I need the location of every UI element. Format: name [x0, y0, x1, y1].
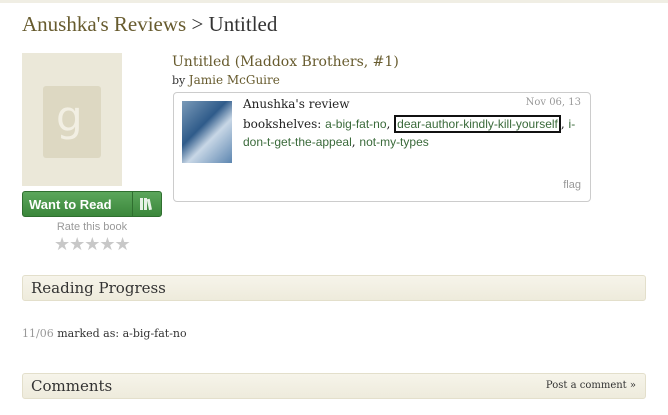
breadcrumb-separator: > — [191, 12, 204, 36]
bookshelves-label: bookshelves: — [243, 117, 322, 131]
breadcrumb-current: Untitled — [208, 12, 278, 36]
avatar[interactable] — [182, 101, 232, 163]
progress-text: marked as: a-big-fat-no — [57, 327, 187, 340]
review-box: Anushka's review Nov 06, 13 bookshelves:… — [173, 92, 591, 202]
comments-title: Comments — [31, 377, 113, 395]
rate-label: Rate this book — [56, 221, 128, 233]
flag-link[interactable]: flag — [563, 179, 581, 191]
top-divider — [0, 0, 668, 3]
rating-stars[interactable]: ★★★★★ — [54, 234, 131, 255]
progress-date: 11/06 — [22, 327, 54, 340]
progress-entry: 11/06 marked as: a-big-fat-no — [22, 327, 187, 340]
book-cover[interactable]: g — [22, 53, 122, 186]
want-to-read-button[interactable]: Want to Read — [22, 191, 162, 217]
want-to-read-label: Want to Read — [29, 196, 112, 212]
book-title-link[interactable]: Untitled (Maddox Brothers, #1) — [172, 54, 399, 70]
goodreads-g-icon: g — [56, 92, 83, 141]
shelf-link-4[interactable]: not-my-types — [359, 135, 428, 149]
shelf-link-1[interactable]: a-big-fat-no — [325, 117, 386, 131]
post-comment-link[interactable]: Post a comment » — [546, 380, 636, 391]
by-label: by — [172, 74, 186, 87]
review-date: Nov 06, 13 — [525, 97, 581, 108]
shelf-link-2[interactable]: dear-author-kindly-kill-yourself — [394, 115, 561, 133]
comments-header: Comments Post a comment » — [22, 373, 646, 399]
author-link[interactable]: Jamie McGuire — [189, 73, 280, 87]
page-title: Anushka's Reviews > Untitled — [22, 12, 277, 37]
author-line: by Jamie McGuire — [172, 73, 280, 87]
breadcrumb-reviews[interactable]: Anushka's Reviews — [22, 12, 186, 36]
reading-progress-title: Reading Progress — [31, 279, 166, 297]
bookshelves: bookshelves: a-big-fat-no, dear-author-k… — [243, 115, 576, 149]
reviewer-name[interactable]: Anushka's review — [243, 97, 350, 111]
shelf-icon[interactable] — [132, 192, 161, 216]
reading-progress-header: Reading Progress — [22, 275, 646, 301]
